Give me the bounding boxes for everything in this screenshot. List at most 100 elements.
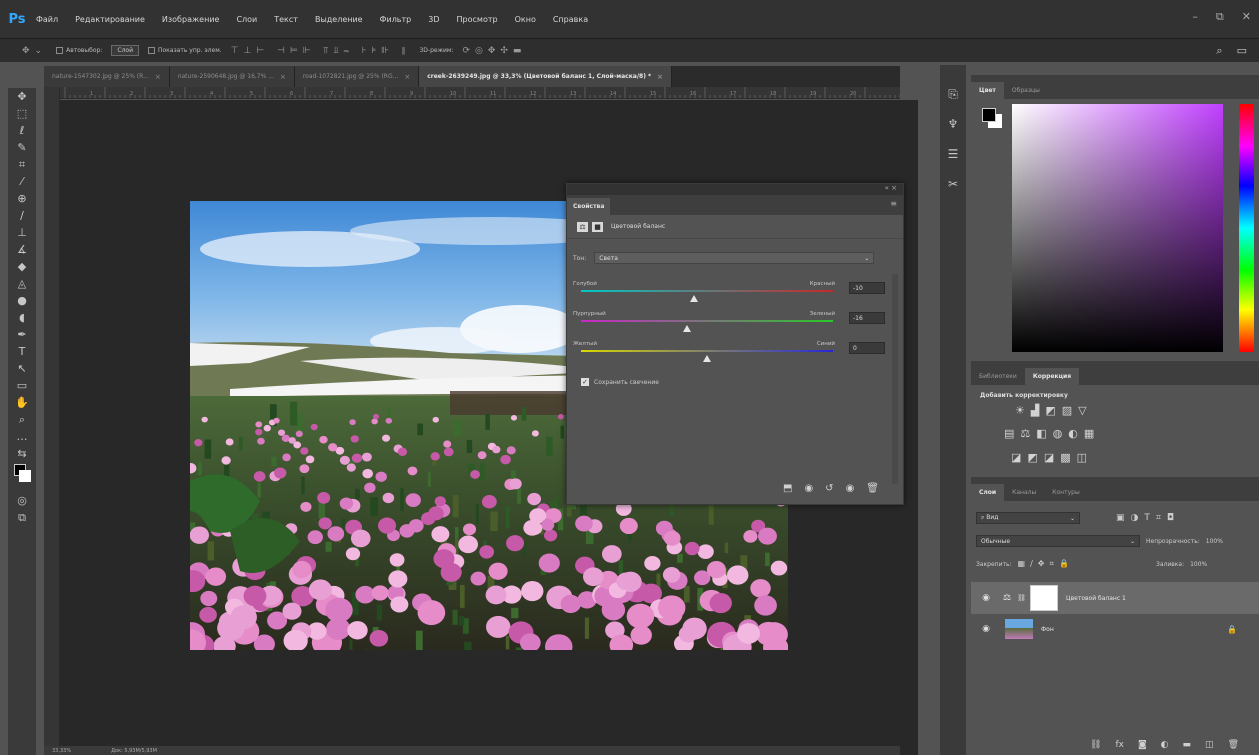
fx-icon[interactable]: fx [1115,740,1124,750]
quick-mask-icon[interactable]: ◎ [8,492,36,509]
dodge-tool-icon[interactable]: ◖ [8,309,36,326]
add-mask-icon[interactable]: ◙ [1138,740,1147,750]
exposure-icon[interactable]: ▨ [1062,404,1072,417]
curves-icon[interactable]: ◩ [1045,404,1055,417]
autoselect-checkbox[interactable]: Автовыбор: [56,47,102,54]
fill-value[interactable]: 100% [1190,561,1207,568]
preserve-luminosity-checkbox[interactable]: ✓ Сохранить свечение [581,378,659,386]
hue-slider[interactable] [1239,104,1254,352]
move-tool-icon[interactable]: ✥⌄ [22,46,47,56]
more-tools-icon[interactable]: … [8,428,36,445]
close-tab-icon[interactable]: × [155,73,161,81]
tab-channels[interactable]: Каналы [1004,484,1044,501]
tab-color[interactable]: Цвет [971,82,1004,99]
3d-mode-icons[interactable]: ⟳◎✥✣▬ [462,46,526,56]
collapse-close-icon[interactable]: « × [885,184,897,192]
slider-value-field[interactable]: -10 [849,282,885,294]
slider-track[interactable] [581,290,833,292]
menu-3d[interactable]: 3D [428,15,439,24]
menu-select[interactable]: Выделение [315,15,363,24]
reset-icon[interactable]: ↺ [825,483,833,494]
paint-bucket-icon[interactable]: ◬ [8,275,36,292]
slider-value-field[interactable]: 0 [849,342,885,354]
brush-tool-icon[interactable]: ∕ [8,207,36,224]
history-panel-icon[interactable]: ⎘ [940,79,966,109]
color-balance-adjust-icon[interactable]: ⚖ [1020,427,1030,440]
eye-icon[interactable]: ◉ [977,593,995,603]
swap-colors-icon[interactable]: ⇆ [8,445,36,462]
selective-color-icon[interactable]: ◫ [1077,451,1087,464]
tab-document-active[interactable]: creek-2639249.jpg @ 33,3% (Цветовой бала… [419,66,673,87]
threshold-icon[interactable]: ◪ [1044,451,1054,464]
autoselect-select[interactable]: Слой [111,45,139,56]
slider-track[interactable] [581,320,833,322]
close-window-button[interactable]: ✕ [1242,10,1251,24]
show-controls-checkbox[interactable]: Показать упр. элем. [147,47,222,54]
text-tool-icon[interactable]: T [8,343,36,360]
menu-help[interactable]: Справка [553,15,588,24]
panel-titlebar[interactable]: « × [567,184,903,195]
blend-mode-select[interactable]: Обычные ⌄ [976,535,1140,547]
menu-view[interactable]: Просмотр [457,15,498,24]
adjust-panel-icon[interactable]: ☰ [940,139,966,169]
minimize-button[interactable]: – [1192,10,1198,24]
slider-thumb[interactable] [690,295,699,302]
layer-filter-icons[interactable]: ▣◑T⌗◘ [1116,513,1180,523]
color-picker-field[interactable] [1012,104,1223,352]
tab-document-3[interactable]: road-1072821.jpg @ 25% (RG... × [294,66,420,87]
move-tool-icon[interactable]: ✥ [8,88,36,105]
menu-edit[interactable]: Редактирование [75,15,145,24]
eye-icon[interactable]: ◉ [977,624,995,634]
workspace-icon[interactable]: ▭ [1237,44,1247,58]
close-tab-icon[interactable]: × [404,73,410,81]
tab-libraries[interactable]: Библиотеки [971,368,1025,385]
hand-tool-icon[interactable]: ✋ [8,394,36,411]
new-group-icon[interactable]: ▬ [1183,740,1192,750]
properties-scrollbar[interactable] [892,274,898,484]
channel-mixer-icon[interactable]: ◐ [1068,427,1078,440]
slider-thumb[interactable] [682,325,691,332]
tab-document-1[interactable]: nature-1547302.jpg @ 25% (R... × [44,66,170,87]
opacity-value[interactable]: 100% [1206,538,1223,545]
photo-filter-icon[interactable]: ◍ [1053,427,1063,440]
chain-link-icon[interactable]: ⛓ [1017,594,1026,602]
tab-layers[interactable]: Слои [971,484,1005,501]
lasso-tool-icon[interactable]: ℓ [8,122,36,139]
tab-swatches[interactable]: Образцы [1004,82,1048,99]
brush-presets-icon[interactable]: ♆ [940,109,966,139]
new-layer-icon[interactable]: ◫ [1205,740,1214,750]
color-swatches[interactable] [8,462,36,492]
invert-icon[interactable]: ◪ [1011,451,1021,464]
hue-saturation-icon[interactable]: ▤ [1004,427,1014,440]
close-tab-icon[interactable]: × [657,73,663,81]
brightness-icon[interactable]: ☀ [1015,404,1025,417]
quick-select-tool-icon[interactable]: ✎ [8,139,36,156]
eyedropper-tool-icon[interactable]: ⁄ [8,173,36,190]
panel-menu-icon[interactable]: ≡ [890,199,897,208]
close-tab-icon[interactable]: × [280,73,286,81]
magenta-green-slider[interactable]: Пурпурный Зеленый -16 [573,311,885,332]
delete-layer-icon[interactable]: 🗑 [1228,740,1239,750]
new-adjustment-icon[interactable]: ◐ [1161,740,1169,750]
menu-filter[interactable]: Фильтр [380,15,412,24]
visibility-icon[interactable]: ◉ [846,483,855,494]
align-icons[interactable]: ⊤⊥⊢ ⊣⊨⊩ ⫪⫫⫬ ⊦⊧⊪ ⦀ [231,46,411,56]
screen-mode-icon[interactable]: ⧉ [8,509,36,526]
clip-to-layer-icon[interactable]: ⬒ [783,483,792,494]
vibrance-icon[interactable]: ▽ [1078,404,1086,417]
layer-filter-select[interactable]: ⌕ Вид ⌄ [976,512,1080,524]
healing-tool-icon[interactable]: ⊕ [8,190,36,207]
link-layers-icon[interactable]: ⛓ [1090,740,1101,750]
slider-thumb[interactable] [703,355,711,362]
eraser-tool-icon[interactable]: ◆ [8,258,36,275]
gradient-map-icon[interactable]: ▩ [1060,451,1070,464]
stamp-tool-icon[interactable]: ⊥ [8,224,36,241]
view-previous-icon[interactable]: ◉ [804,483,813,494]
zoom-tool-icon[interactable]: ⌕ [8,411,36,428]
tone-select[interactable]: Света ⌄ [594,252,875,264]
rectangle-tool-icon[interactable]: ▭ [8,377,36,394]
slider-value-field[interactable]: -16 [849,312,885,324]
zoom-readout[interactable]: 33,33% [52,748,71,754]
tab-document-2[interactable]: nature-2590648.jpg @ 16,7% ... × [169,66,295,87]
crop-tool-icon[interactable]: ⌗ [8,156,36,173]
